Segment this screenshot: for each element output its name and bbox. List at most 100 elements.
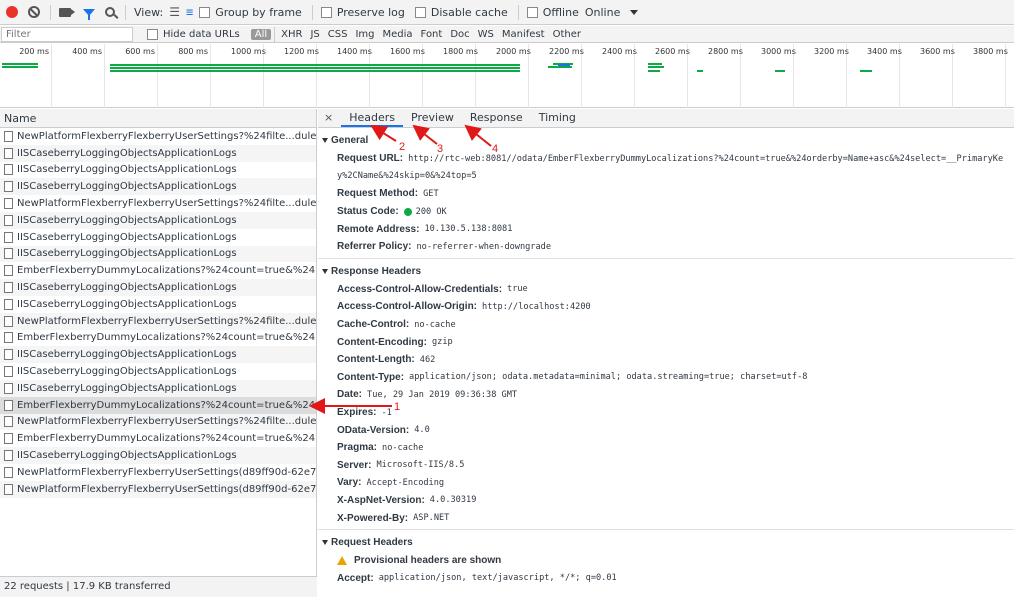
tab-timing[interactable]: Timing (531, 111, 584, 127)
header-value: no-referrer-when-downgrade (416, 241, 552, 252)
document-icon (4, 433, 13, 445)
disable-cache-checkbox[interactable]: Disable cache (414, 6, 508, 19)
request-row[interactable]: IISCaseberryLoggingObjectsApplicationLog… (0, 144, 316, 162)
preserve-log-checkbox[interactable]: Preserve log (320, 6, 405, 19)
header-value: ASP.NET (413, 513, 450, 524)
tab-response[interactable]: Response (462, 111, 531, 127)
search-button[interactable] (105, 7, 115, 17)
timeline-request-bar (110, 70, 520, 72)
request-headers-title: Request Headers (331, 536, 413, 548)
filter-input[interactable] (1, 26, 133, 42)
response-header-row: Date: Tue, 29 Jan 2019 09:36:38 GMT (318, 386, 1014, 404)
request-row[interactable]: IISCaseberryLoggingObjectsApplicationLog… (0, 295, 316, 313)
request-row[interactable]: NewPlatformFlexberryFlexberryUserSetting… (0, 195, 316, 212)
header-value: 4.0 (414, 425, 430, 436)
request-row[interactable]: NewPlatformFlexberryFlexberryUserSetting… (0, 128, 316, 145)
request-row[interactable]: EmberFlexberryDummyLocalizations?%24coun… (0, 396, 316, 414)
offline-checkbox[interactable]: Offline (526, 6, 579, 19)
group-by-frame-label: Group by frame (215, 5, 302, 19)
request-row[interactable]: IISCaseberryLoggingObjectsApplicationLog… (0, 279, 316, 296)
chevron-down-icon (630, 9, 639, 15)
name-column-header[interactable]: Name (0, 109, 316, 128)
filter-type-ws[interactable]: WS (474, 29, 498, 40)
remote-address-row: Remote Address: 10.130.5.138:8081 (318, 220, 1014, 238)
filter-type-media[interactable]: Media (379, 29, 417, 40)
overview-icon[interactable]: ≡ (186, 5, 193, 19)
close-details-button[interactable]: × (318, 111, 341, 127)
request-row[interactable]: NewPlatformFlexberryFlexberryUserSetting… (0, 312, 316, 330)
filter-type-font[interactable]: Font (417, 29, 447, 40)
tab-headers[interactable]: Headers (341, 111, 404, 127)
hide-data-urls-checkbox[interactable]: Hide data URLs (143, 28, 244, 40)
timeline-request-bar (860, 70, 872, 72)
document-icon (4, 265, 13, 277)
group-by-frame-checkbox[interactable]: Group by frame (199, 6, 302, 19)
response-header-row: Server: Microsoft-IIS/8.5 (318, 457, 1014, 475)
toolbar-divider (125, 4, 126, 20)
request-row[interactable]: IISCaseberryLoggingObjectsApplicationLog… (0, 363, 316, 380)
filter-type-other[interactable]: Other (549, 29, 585, 40)
request-row[interactable]: IISCaseberryLoggingObjectsApplicationLog… (0, 379, 316, 397)
request-name: IISCaseberryLoggingObjectsApplicationLog… (17, 349, 237, 361)
timeline-tick-label: 600 ms (125, 47, 155, 56)
filter-type-img[interactable]: Img (351, 29, 378, 40)
filter-type-doc[interactable]: Doc (446, 29, 473, 40)
request-row[interactable]: IISCaseberryLoggingObjectsApplicationLog… (0, 346, 316, 364)
request-headers-toggle[interactable]: Request Headers (318, 530, 1014, 552)
request-row[interactable]: IISCaseberryLoggingObjectsApplicationLog… (0, 228, 316, 246)
toolbar-divider (517, 4, 519, 20)
annotation-label-3: 3 (437, 143, 444, 155)
timeline-tick (104, 44, 105, 108)
header-key: Server: (337, 459, 372, 471)
header-key: Status Code: (337, 206, 399, 218)
general-section-toggle[interactable]: General (318, 128, 1014, 150)
clear-button[interactable] (28, 6, 40, 18)
timeline-tick (51, 44, 52, 108)
provisional-warning: Provisional headers are shown (318, 552, 1014, 570)
filter-type-js[interactable]: JS (306, 29, 323, 40)
request-row[interactable]: EmberFlexberryDummyLocalizations?%24coun… (0, 262, 316, 280)
header-value: gzip (431, 337, 453, 348)
document-icon (4, 198, 13, 210)
request-url-row: Request URL: http://rtc-web:8081//odata/… (318, 150, 1014, 168)
timeline-tick-label: 2400 ms (602, 47, 637, 56)
request-row[interactable]: NewPlatformFlexberryFlexberryUserSetting… (0, 413, 316, 431)
triangle-down-icon (322, 268, 328, 274)
tab-preview[interactable]: Preview (403, 111, 462, 127)
filter-type-css[interactable]: CSS (324, 29, 352, 40)
filter-type-manifest[interactable]: Manifest (498, 29, 549, 40)
request-name: NewPlatformFlexberryFlexberryUserSetting… (17, 130, 316, 142)
filter-toggle-button[interactable] (83, 8, 95, 20)
large-rows-icon[interactable]: ☰ (169, 5, 180, 19)
request-row[interactable]: IISCaseberryLoggingObjectsApplicationLog… (0, 161, 316, 179)
document-icon (4, 349, 13, 361)
response-header-row: X-Powered-By: ASP.NET (318, 509, 1014, 527)
record-button[interactable] (6, 6, 18, 18)
request-row[interactable]: NewPlatformFlexberryFlexberryUserSetting… (0, 480, 316, 498)
record-icon (6, 6, 18, 18)
request-name: IISCaseberryLoggingObjectsApplicationLog… (17, 248, 237, 260)
request-row[interactable]: IISCaseberryLoggingObjectsApplicationLog… (0, 211, 316, 229)
header-value: true (507, 284, 528, 295)
header-key: Content-Encoding: (337, 336, 427, 348)
filter-type-xhr[interactable]: XHR (277, 29, 306, 40)
filter-type-all[interactable]: All (250, 28, 272, 40)
timeline-tick-label: 2600 ms (655, 47, 690, 56)
request-row[interactable]: EmberFlexberryDummyLocalizations?%24coun… (0, 430, 316, 448)
document-icon (4, 450, 13, 462)
request-row[interactable]: IISCaseberryLoggingObjectsApplicationLog… (0, 245, 316, 263)
timeline-overview[interactable]: 200 ms 400 ms 600 ms 800 ms 1000 ms 1200 ms 14… (0, 44, 1014, 116)
screenshot-button[interactable] (59, 7, 75, 17)
provisional-text: Provisional headers are shown (354, 555, 502, 567)
request-row[interactable]: NewPlatformFlexberryFlexberryUserSetting… (0, 463, 316, 481)
request-row[interactable]: EmberFlexberryDummyLocalizations?%24coun… (0, 329, 316, 347)
checkbox-icon (526, 6, 538, 18)
request-row[interactable]: IISCaseberryLoggingObjectsApplicationLog… (0, 447, 316, 464)
timeline-tick (157, 44, 158, 108)
throttling-select[interactable]: Online (585, 6, 639, 19)
request-url-row-cont: y%2CName&%24skip=0&%24top=5 (318, 168, 1014, 186)
response-headers-toggle[interactable]: Response Headers (318, 259, 1014, 281)
request-row[interactable]: IISCaseberryLoggingObjectsApplicationLog… (0, 178, 316, 196)
timeline-request-bar (648, 70, 660, 72)
timeline-request-bar (2, 66, 38, 68)
